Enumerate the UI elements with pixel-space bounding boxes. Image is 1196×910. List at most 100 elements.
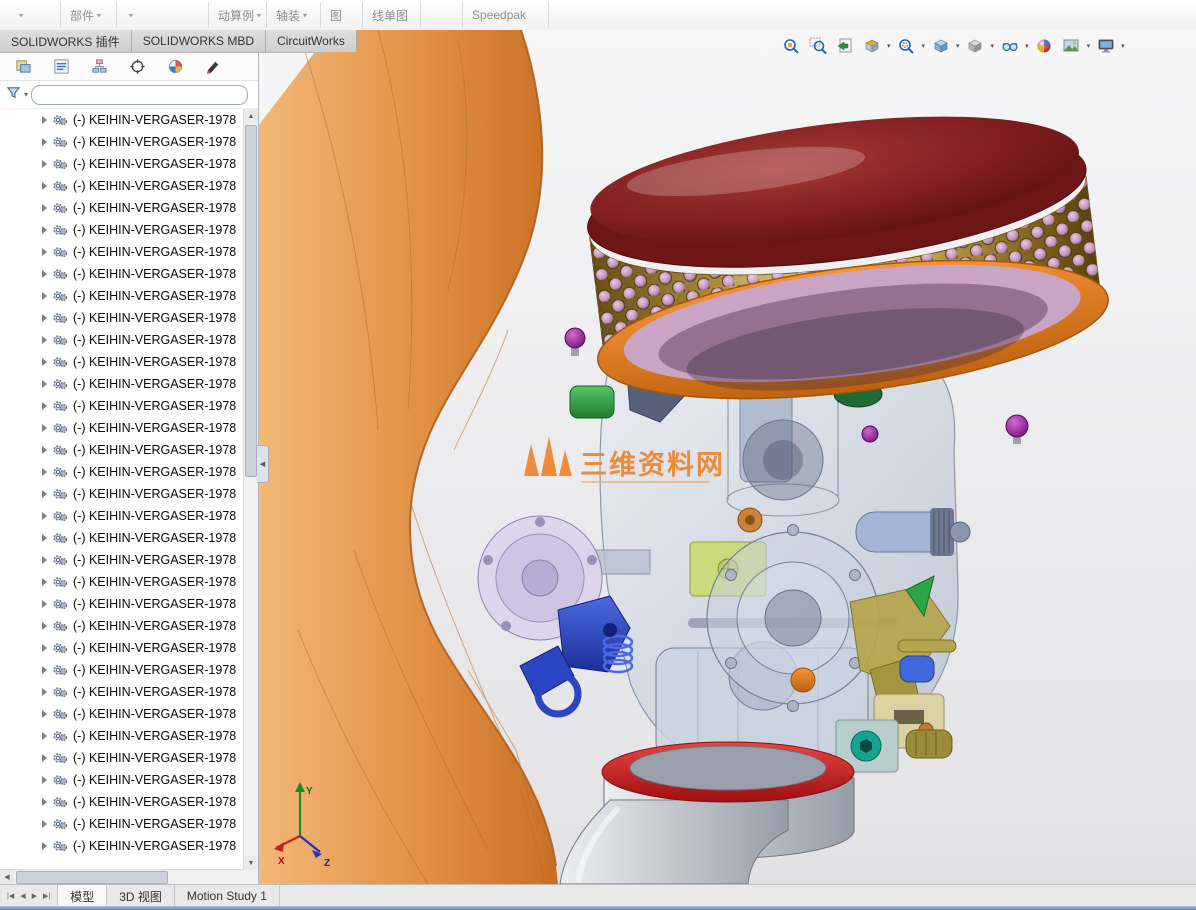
dropdown-caret-icon[interactable]: ▾ (1024, 42, 1030, 50)
scroll-up-button[interactable]: ▲ (244, 109, 258, 123)
scroll-left-button[interactable]: ◀ (0, 870, 14, 884)
tree-item[interactable]: (-) KEIHIN-VERGASER-1978 (0, 153, 244, 175)
zoom-to-area-button[interactable] (805, 34, 830, 58)
tab-markup[interactable] (202, 55, 224, 77)
tree-item[interactable]: (-) KEIHIN-VERGASER-1978 (0, 681, 244, 703)
3d-viewport[interactable]: Y X Z 三维资料网 ▾ ▾ ▾ ▾ ▾ ▾ ▾ (258, 30, 1196, 884)
expand-arrow-icon[interactable] (42, 182, 47, 190)
study-nav-button-1[interactable]: |◀ (5, 890, 16, 902)
expand-arrow-icon[interactable] (42, 512, 47, 520)
dropdown-caret-icon[interactable]: ▾ (1086, 42, 1092, 50)
filter-caret-icon[interactable]: ▾ (24, 90, 28, 99)
tree-item[interactable]: (-) KEIHIN-VERGASER-1978 (0, 351, 244, 373)
tree-item[interactable]: (-) KEIHIN-VERGASER-1978 (0, 263, 244, 285)
tree-item[interactable]: (-) KEIHIN-VERGASER-1978 (0, 505, 244, 527)
hide-show-items-button[interactable] (997, 34, 1022, 58)
tree-item[interactable]: (-) KEIHIN-VERGASER-1978 (0, 549, 244, 571)
tree-item[interactable]: (-) KEIHIN-VERGASER-1978 (0, 329, 244, 351)
horizontal-scroll-thumb[interactable] (16, 871, 168, 884)
expand-arrow-icon[interactable] (42, 314, 47, 322)
tree-horizontal-scrollbar[interactable]: ◀ (0, 869, 244, 884)
ribbon-item[interactable]: 部件▾ (70, 4, 101, 26)
study-nav-button-2[interactable]: ◀ (18, 890, 27, 902)
tab-propertymanager[interactable] (50, 55, 72, 77)
tree-item[interactable]: (-) KEIHIN-VERGASER-1978 (0, 197, 244, 219)
dropdown-caret-icon[interactable]: ▾ (990, 42, 996, 50)
ribbon-item[interactable]: ▾ (16, 4, 23, 26)
magnified-selection-button[interactable] (894, 34, 919, 58)
tree-item[interactable]: (-) KEIHIN-VERGASER-1978 (0, 593, 244, 615)
tree-item[interactable]: (-) KEIHIN-VERGASER-1978 (0, 131, 244, 153)
display-style-button[interactable] (963, 34, 988, 58)
expand-arrow-icon[interactable] (42, 534, 47, 542)
tree-item[interactable]: (-) KEIHIN-VERGASER-1978 (0, 835, 244, 857)
expand-arrow-icon[interactable] (42, 820, 47, 828)
tree-item[interactable]: (-) KEIHIN-VERGASER-1978 (0, 373, 244, 395)
dropdown-caret-icon[interactable]: ▾ (921, 42, 927, 50)
study-nav-button-4[interactable]: ▶| (41, 890, 52, 902)
tree-item[interactable]: (-) KEIHIN-VERGASER-1978 (0, 571, 244, 593)
tree-item[interactable]: (-) KEIHIN-VERGASER-1978 (0, 725, 244, 747)
expand-arrow-icon[interactable] (42, 710, 47, 718)
ribbon-item[interactable]: 轴装▾ (276, 4, 307, 26)
expand-arrow-icon[interactable] (42, 622, 47, 630)
expand-arrow-icon[interactable] (42, 116, 47, 124)
tab-featuremanager[interactable] (12, 55, 34, 77)
ribbon-item[interactable]: Speedpak (472, 4, 526, 26)
previous-view-button[interactable] (832, 34, 857, 58)
expand-arrow-icon[interactable] (42, 424, 47, 432)
status-tab-1[interactable]: 模型 (58, 885, 107, 907)
expand-arrow-icon[interactable] (42, 578, 47, 586)
tree-item[interactable]: (-) KEIHIN-VERGASER-1978 (0, 615, 244, 637)
expand-arrow-icon[interactable] (42, 226, 47, 234)
tree-item[interactable]: (-) KEIHIN-VERGASER-1978 (0, 109, 244, 131)
vertical-scroll-thumb[interactable] (245, 125, 257, 477)
study-nav-button-3[interactable]: ▶ (30, 890, 39, 902)
tab-dimxpertmanager[interactable] (126, 55, 148, 77)
air-filter-assembly[interactable] (573, 92, 1123, 430)
expand-arrow-icon[interactable] (42, 336, 47, 344)
tab-displaymanager[interactable] (164, 55, 186, 77)
dropdown-caret-icon[interactable]: ▾ (886, 42, 892, 50)
status-tab-3[interactable]: Motion Study 1 (175, 885, 280, 907)
tree-item[interactable]: (-) KEIHIN-VERGASER-1978 (0, 285, 244, 307)
tab-configurationmanager[interactable] (88, 55, 110, 77)
dropdown-caret-icon[interactable]: ▾ (1120, 42, 1126, 50)
tree-item[interactable]: (-) KEIHIN-VERGASER-1978 (0, 439, 244, 461)
expand-arrow-icon[interactable] (42, 138, 47, 146)
tree-item[interactable]: (-) KEIHIN-VERGASER-1978 (0, 395, 244, 417)
expand-arrow-icon[interactable] (42, 446, 47, 454)
expand-arrow-icon[interactable] (42, 842, 47, 850)
ribbon-item[interactable]: 线单图 (372, 4, 408, 26)
view-settings-button[interactable] (1093, 34, 1118, 58)
tree-item[interactable]: (-) KEIHIN-VERGASER-1978 (0, 659, 244, 681)
expand-arrow-icon[interactable] (42, 204, 47, 212)
tree-filter-input[interactable] (31, 85, 248, 105)
expand-arrow-icon[interactable] (42, 270, 47, 278)
tree-item[interactable]: (-) KEIHIN-VERGASER-1978 (0, 703, 244, 725)
panel-splitter-handle[interactable]: ◀ (257, 445, 269, 483)
expand-arrow-icon[interactable] (42, 776, 47, 784)
tree-item[interactable]: (-) KEIHIN-VERGASER-1978 (0, 461, 244, 483)
tree-vertical-scrollbar[interactable]: ▲ ▼ (243, 109, 258, 870)
expand-arrow-icon[interactable] (42, 666, 47, 674)
expand-arrow-icon[interactable] (42, 798, 47, 806)
expand-arrow-icon[interactable] (42, 468, 47, 476)
dropdown-caret-icon[interactable]: ▾ (955, 42, 961, 50)
edit-appearance-button[interactable] (1032, 34, 1057, 58)
tree-item[interactable]: (-) KEIHIN-VERGASER-1978 (0, 483, 244, 505)
zoom-to-fit-button[interactable] (778, 34, 803, 58)
expand-arrow-icon[interactable] (42, 490, 47, 498)
view-orientation-button[interactable] (928, 34, 953, 58)
expand-arrow-icon[interactable] (42, 380, 47, 388)
tree-item[interactable]: (-) KEIHIN-VERGASER-1978 (0, 527, 244, 549)
tree-item[interactable]: (-) KEIHIN-VERGASER-1978 (0, 747, 244, 769)
expand-arrow-icon[interactable] (42, 688, 47, 696)
expand-arrow-icon[interactable] (42, 160, 47, 168)
expand-arrow-icon[interactable] (42, 292, 47, 300)
ribbon-item[interactable]: 动算例▾ (218, 4, 261, 26)
status-tab-2[interactable]: 3D 视图 (107, 885, 175, 907)
expand-arrow-icon[interactable] (42, 248, 47, 256)
filter-funnel-icon[interactable] (6, 85, 21, 105)
model-canvas[interactable]: Y X Z 三维资料网 (258, 30, 1196, 884)
